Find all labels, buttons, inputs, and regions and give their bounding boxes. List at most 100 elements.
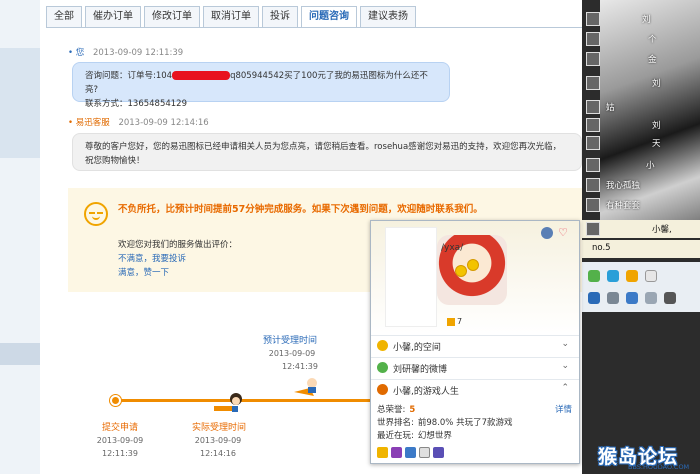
message-icon[interactable] <box>645 292 657 304</box>
rank-info: 世界排名: 前98.0% 共玩了7款游戏 <box>377 418 513 428</box>
emoji-icon <box>467 259 479 271</box>
user-icon[interactable] <box>626 270 638 282</box>
tab-all[interactable]: 全部 <box>46 6 82 28</box>
service-message-time: 2013-09-09 12:14:16 <box>118 118 209 128</box>
search-icon[interactable] <box>664 292 676 304</box>
runner-icon-actual <box>212 392 246 419</box>
badge-icon[interactable] <box>391 447 402 458</box>
card-row-games[interactable]: 小馨,的游戏人生 ⌃ <box>371 379 579 399</box>
avatar <box>586 198 600 212</box>
card-row-weibo[interactable]: 刘研馨的微博 ⌄ <box>371 357 579 377</box>
contact-row[interactable]: 姑 <box>582 98 700 116</box>
tab-cancel-order[interactable]: 取消订单 <box>203 6 259 28</box>
mail-icon[interactable] <box>645 270 657 282</box>
playing-info: 最近在玩: 幻想世界 <box>377 431 452 441</box>
details-link[interactable]: 详情 <box>555 403 572 415</box>
badge-icon[interactable] <box>377 447 388 458</box>
tab-suggestion[interactable]: 建议表扬 <box>360 6 416 28</box>
level-icon <box>447 317 455 326</box>
people-icon[interactable] <box>626 292 638 304</box>
timeline-submit-time: 12:11:39 <box>102 449 138 458</box>
service-name: • 易迅客服 <box>68 118 110 128</box>
timeline-actual-time: 12:14:16 <box>200 449 236 458</box>
avatar <box>586 136 600 150</box>
user-contact: 联系方式：13654854129 <box>85 99 187 109</box>
timeline-actual-label: 实际受理时间 <box>191 423 246 433</box>
user-name: • 您 <box>68 48 85 58</box>
contact-row[interactable]: 天 <box>582 134 700 152</box>
sidebar-panel <box>0 48 40 158</box>
badge-icon[interactable] <box>419 447 430 458</box>
avatar <box>586 32 600 46</box>
card-level: 7 <box>447 317 462 326</box>
chevron-down-icon[interactable]: ⌄ <box>561 339 569 349</box>
runner-icon-expected <box>292 376 322 403</box>
user-message-line1: 咨询问题：订单号:104 q805944542买了100元了我的易迅图标为什么还不… <box>85 71 428 95</box>
contact-row[interactable]: 我心孤独 <box>582 176 700 194</box>
avatar <box>586 158 600 172</box>
chevron-up-icon[interactable]: ⌃ <box>561 383 569 393</box>
forum-watermark: 猴岛论坛 BBS.HOUDAO.COM <box>598 446 690 471</box>
timeline-progress-line <box>118 399 296 402</box>
card-row-qzone[interactable]: 小馨,的空间 ⌄ <box>371 335 579 355</box>
timeline-submit-date: 2013-09-09 <box>96 436 144 445</box>
avatar <box>586 76 600 90</box>
avatar <box>586 178 600 192</box>
contact-row[interactable]: 刘 <box>582 74 700 92</box>
star-icon <box>377 340 388 351</box>
heart-icon[interactable]: ♡ <box>557 227 569 239</box>
satisfied-link[interactable]: 满意，赞一下 <box>118 266 169 278</box>
card-signature: /yxa/ <box>441 243 464 253</box>
tabs-divider <box>46 27 582 28</box>
contact-row[interactable]: 有种套套 <box>582 196 700 214</box>
avatar <box>586 100 600 114</box>
service-message-line1: 尊敬的客户您好，您的易迅图标已经申请相关人员为您点亮，请您稍后查看。rosehu… <box>85 142 562 152</box>
menu-icon[interactable] <box>588 292 600 304</box>
card-badge-icons <box>377 447 444 458</box>
unsatisfied-link[interactable]: 不满意，我要投诉 <box>118 252 186 264</box>
service-message-header: • 易迅客服 2013-09-09 12:14:16 <box>68 116 209 128</box>
user-message-bubble: 咨询问题：订单号:104 q805944542买了100元了我的易迅图标为什么还不… <box>72 62 450 109</box>
panel-toolbar <box>582 262 700 312</box>
contact-row[interactable]: 个 <box>582 30 700 48</box>
contact-row[interactable]: 金 <box>582 50 700 68</box>
timeline-expected-time: 12:41:39 <box>282 362 318 371</box>
contact-list-panel: 刘 个 金 刘 姑 刘 天 小 我心孤独 有种套套 小馨, no.5 <box>582 0 700 474</box>
card-avatar-frame <box>385 227 437 327</box>
redacted-order-number <box>172 71 231 80</box>
gear-icon[interactable] <box>607 292 619 304</box>
play-icon[interactable] <box>607 270 619 282</box>
avatar <box>586 222 600 236</box>
avatar <box>586 52 600 66</box>
weibo-icon <box>377 362 388 373</box>
timeline-expected-label: 预计受理时间 <box>262 336 317 346</box>
tab-urge-order[interactable]: 催办订单 <box>85 6 141 28</box>
timeline-submit-label: 提交申请 <box>101 423 138 433</box>
app-icon[interactable] <box>588 270 600 282</box>
emoji-icon <box>455 265 467 277</box>
sidebar-selected-item[interactable] <box>0 343 40 365</box>
game-icon <box>377 384 388 395</box>
smile-icon <box>84 202 108 226</box>
tab-complaint[interactable]: 投诉 <box>262 6 298 28</box>
timeline-actual-date: 2013-09-09 <box>194 436 242 445</box>
notice-title: 不负所托，比预计时间提前57分钟完成服务。如果下次遇到问题，欢迎随时联系我们。 <box>118 204 483 215</box>
service-message-line2: 祝您购物愉快！ <box>85 156 145 166</box>
user-message-header: • 您 2013-09-09 12:11:39 <box>68 46 183 58</box>
badge-icon[interactable] <box>433 447 444 458</box>
badge-icon[interactable] <box>405 447 416 458</box>
tab-modify-order[interactable]: 修改订单 <box>144 6 200 28</box>
contact-card-popup: /yxa/ 7 ♡ 小馨,的空间 ⌄ 刘研馨的微博 ⌄ 小馨,的游戏人生 ⌃ 总… <box>370 220 580 464</box>
chevron-down-icon[interactable]: ⌄ <box>561 361 569 371</box>
profile-icon[interactable] <box>541 227 553 239</box>
avatar <box>586 118 600 132</box>
contact-row[interactable]: 刘 <box>582 116 700 134</box>
contact-row[interactable]: 小 <box>582 156 700 174</box>
contact-row[interactable]: no.5 <box>582 240 700 258</box>
tab-inquiry[interactable]: 问题咨询 <box>301 6 357 28</box>
contact-row[interactable]: 刘 <box>582 10 700 28</box>
contact-row-selected[interactable]: 小馨, <box>582 220 700 238</box>
honor-info: 总荣誉: 5 <box>377 405 416 415</box>
service-message-bubble: 尊敬的客户您好，您的易迅图标已经申请相关人员为您点亮，请您稍后查看。rosehu… <box>72 133 582 171</box>
timeline-dot-submit <box>110 395 121 406</box>
